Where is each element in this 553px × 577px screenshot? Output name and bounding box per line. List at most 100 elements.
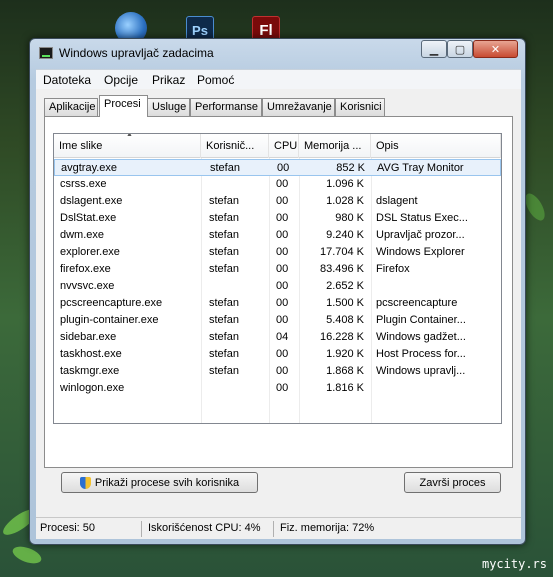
process-description: Host Process for... (376, 348, 466, 360)
process-name: taskhost.exe (60, 348, 122, 360)
process-description: Plugin Container... (376, 314, 466, 326)
process-cpu: 00 (276, 229, 289, 241)
task-manager-icon (39, 47, 53, 59)
process-cpu: 00 (276, 246, 289, 258)
main-content: Aplikacije Procesi Usluge Performanse Um… (36, 89, 521, 517)
process-user: stefan (209, 195, 239, 207)
process-description: Windows upravlj... (376, 365, 466, 377)
process-row[interactable]: dwm.exe stefan 00 9.240 K Upravljač prozor..… (54, 227, 501, 244)
process-row[interactable]: csrss.exe 00 1.096 K (54, 176, 501, 193)
process-cpu: 00 (276, 314, 289, 326)
process-user: stefan (209, 331, 239, 343)
process-list[interactable]: ▲ Ime slike Korisnič... CPU Memorija ...… (53, 133, 502, 424)
menu-options[interactable]: Opcije (104, 73, 138, 87)
show-all-processes-label: Prikaži procese svih korisnika (94, 476, 240, 489)
tab-applications[interactable]: Aplikacije (44, 98, 98, 116)
column-image-name[interactable]: ▲ Ime slike (54, 134, 201, 158)
process-user: stefan (209, 229, 239, 241)
status-bar: Procesi: 50 Iskorišćenost CPU: 4% Fiz. m… (36, 517, 521, 539)
show-all-processes-button[interactable]: Prikaži procese svih korisnika (61, 472, 258, 493)
title-bar[interactable]: Windows upravljač zadacima ▁ ▢ ✕ (30, 39, 525, 65)
process-memory: 1.920 K (326, 348, 364, 360)
process-user: stefan (209, 365, 239, 377)
menu-view[interactable]: Prikaz (152, 73, 185, 87)
process-cpu: 04 (276, 331, 289, 343)
list-header: ▲ Ime slike Korisnič... CPU Memorija ...… (54, 134, 501, 158)
minimize-button[interactable]: ▁ (421, 40, 447, 58)
process-row[interactable]: pcscreencapture.exe stefan 00 1.500 K pcscre… (54, 295, 501, 312)
tab-networking[interactable]: Umrežavanje (262, 98, 335, 116)
process-user: stefan (209, 263, 239, 275)
column-description[interactable]: Opis (371, 134, 501, 158)
watermark: mycity.rs (481, 557, 547, 571)
process-memory: 16.228 K (319, 331, 364, 343)
process-name: dwm.exe (60, 229, 105, 241)
process-memory: 1.500 K (326, 297, 364, 309)
process-memory: 1.868 K (326, 365, 364, 377)
menu-help[interactable]: Pomoć (197, 73, 234, 87)
process-user: stefan (209, 212, 239, 224)
process-memory: 83.496 K (319, 263, 364, 275)
process-row[interactable]: sidebar.exe stefan 04 16.228 K Windows gadže… (54, 329, 501, 346)
process-description: Windows gadžet... (376, 331, 466, 343)
process-description: Upravljač prozor... (376, 229, 465, 241)
process-name: plugin-container.exe (60, 314, 159, 326)
process-cpu: 00 (276, 195, 289, 207)
process-row[interactable]: explorer.exe stefan 00 17.704 K Windows Expl… (54, 244, 501, 261)
column-memory[interactable]: Memorija ... (299, 134, 371, 158)
process-row[interactable]: nvvsvc.exe 00 2.652 K (54, 278, 501, 295)
process-row[interactable]: taskmgr.exe stefan 00 1.868 K Windows upravl… (54, 363, 501, 380)
tab-processes[interactable]: Procesi (99, 95, 148, 117)
process-row[interactable]: plugin-container.exe stefan 00 5.408 K Plugi… (54, 312, 501, 329)
process-user: stefan (209, 348, 239, 360)
process-memory: 852 K (336, 162, 365, 174)
process-name: sidebar.exe (60, 331, 117, 343)
maximize-button[interactable]: ▢ (447, 40, 473, 58)
column-user[interactable]: Korisnič... (201, 134, 269, 158)
process-user: stefan (209, 246, 239, 258)
process-row[interactable]: dslagent.exe stefan 00 1.028 K dslagent (54, 193, 501, 210)
process-cpu: 00 (277, 162, 290, 174)
process-name: winlogon.exe (60, 382, 125, 394)
process-row[interactable]: DslStat.exe stefan 00 980 K DSL Status Exec.… (54, 210, 501, 227)
sort-arrow-icon: ▲ (126, 134, 133, 138)
menu-bar: Datoteka Opcije Prikaz Pomoć (36, 69, 521, 89)
process-name: firefox.exe (60, 263, 111, 275)
end-process-button[interactable]: Završi proces (404, 472, 501, 493)
window-title: Windows upravljač zadacima (59, 46, 214, 60)
task-manager-window: Windows upravljač zadacima ▁ ▢ ✕ Datotek… (29, 38, 526, 545)
process-cpu: 00 (276, 365, 289, 377)
status-memory: Fiz. memorija: 72% (280, 522, 375, 534)
process-description: dslagent (376, 195, 418, 207)
tab-users[interactable]: Korisnici (335, 98, 385, 116)
process-memory: 9.240 K (326, 229, 364, 241)
process-cpu: 00 (276, 263, 289, 275)
process-name: DslStat.exe (60, 212, 117, 224)
process-description: Firefox (376, 263, 410, 275)
process-memory: 5.408 K (326, 314, 364, 326)
process-memory: 2.652 K (326, 280, 364, 292)
process-description: Windows Explorer (376, 246, 465, 258)
process-row[interactable]: taskhost.exe stefan 00 1.920 K Host Process … (54, 346, 501, 363)
process-memory: 980 K (335, 212, 364, 224)
process-row[interactable]: avgtray.exe stefan 00 852 K AVG Tray Monitor (54, 159, 501, 176)
status-processes: Procesi: 50 (36, 521, 142, 537)
process-cpu: 00 (276, 382, 289, 394)
process-row[interactable]: winlogon.exe 00 1.816 K (54, 380, 501, 397)
tab-performance[interactable]: Performanse (190, 98, 262, 116)
process-cpu: 00 (276, 348, 289, 360)
tab-services[interactable]: Usluge (147, 98, 190, 116)
menu-file[interactable]: Datoteka (43, 73, 91, 87)
column-cpu[interactable]: CPU (269, 134, 299, 158)
process-memory: 1.816 K (326, 382, 364, 394)
process-name: csrss.exe (60, 178, 107, 190)
process-row[interactable]: firefox.exe stefan 00 83.496 K Firefox (54, 261, 501, 278)
status-cpu: Iskorišćenost CPU: 4% (144, 521, 274, 537)
close-button[interactable]: ✕ (473, 40, 518, 58)
process-description: AVG Tray Monitor (377, 162, 464, 174)
column-label: Ime slike (59, 140, 103, 152)
process-name: avgtray.exe (61, 162, 118, 174)
process-user: stefan (210, 162, 240, 174)
process-user: stefan (209, 314, 239, 326)
process-name: pcscreencapture.exe (60, 297, 163, 309)
